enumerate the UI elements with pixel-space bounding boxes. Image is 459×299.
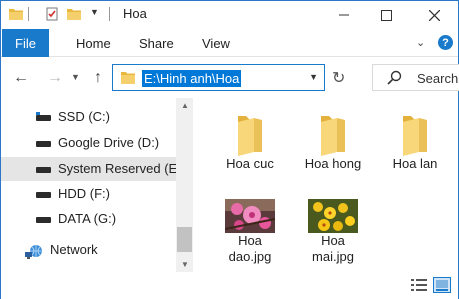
scrollbar-thumb[interactable] (177, 227, 192, 252)
file-name-line1: Hoa (321, 233, 345, 248)
image-file-item[interactable]: Hoa dao.jpg (215, 199, 285, 265)
folder-name: Hoa hong (304, 156, 362, 171)
sidebar-item-label: SSD (C:) (58, 109, 110, 124)
sidebar-item-label: Network (50, 242, 98, 257)
folder-item[interactable]: Hoa lan (380, 112, 450, 172)
folder-item[interactable]: Hoa hong (298, 112, 368, 172)
sidebar-item-label: HDD (F:) (58, 186, 110, 201)
sidebar-item-label: DATA (G:) (58, 211, 117, 226)
refresh-icon[interactable]: ↻ (332, 68, 345, 88)
new-folder-icon[interactable] (67, 7, 81, 20)
recent-locations-icon[interactable]: ▼ (71, 72, 80, 82)
close-icon (428, 9, 440, 21)
search-icon (387, 70, 402, 85)
folder-item[interactable]: Hoa cuc (215, 112, 285, 172)
help-icon[interactable]: ? (438, 35, 453, 50)
large-icons-view-icon[interactable] (433, 277, 451, 293)
drive-icon (36, 217, 51, 223)
drive-icon (36, 167, 51, 173)
folder-name: Hoa lan (392, 156, 438, 171)
navigation-pane: SSD (C:) Google Drive (D:) System Reserv… (1, 98, 195, 288)
ssd-drive-icon (36, 112, 51, 121)
sidebar-item-label: System Reserved (E:) (58, 161, 186, 176)
image-file-item[interactable]: Hoa mai.jpg (298, 199, 368, 265)
network-icon (25, 245, 42, 259)
address-path[interactable]: E:\Hinh anh\Hoa (142, 70, 242, 87)
maximize-icon (380, 9, 392, 21)
ribbon-tabs: File Home Share View ⌄ ? (1, 29, 458, 57)
sidebar-item-label: Google Drive (D:) (58, 135, 160, 150)
caret-down-icon[interactable]: ▼ (90, 7, 99, 17)
file-name-line1: Hoa (238, 233, 262, 248)
status-bar (1, 272, 458, 299)
details-view-icon[interactable] (411, 278, 427, 292)
sidebar-item-google-drive[interactable]: Google Drive (D:) (1, 131, 176, 155)
back-arrow-icon[interactable]: ← (13, 69, 29, 87)
address-bar[interactable]: E:\Hinh anh\Hoa ▼ (112, 64, 325, 91)
sidebar-item-data[interactable]: DATA (G:) (1, 207, 176, 231)
sidebar-item-system-reserved[interactable]: System Reserved (E:) (1, 157, 185, 181)
tab-file[interactable]: File (2, 29, 49, 57)
file-name-line2: dao.jpg (228, 249, 272, 264)
sidebar-item-network[interactable]: Network (1, 238, 176, 264)
address-dropdown-icon[interactable]: ▼ (309, 72, 318, 82)
peach-blossom-thumbnail (225, 199, 275, 233)
minimize-icon (339, 14, 349, 16)
folder-icon (321, 116, 345, 156)
search-box[interactable]: Search (372, 64, 459, 91)
file-explorer-window: ▼ Hoa File Home Share View ⌄ ? ← → ▼ ↑ E… (0, 0, 459, 299)
drive-icon (36, 192, 51, 198)
divider (28, 7, 29, 21)
maximize-button[interactable] (363, 1, 409, 29)
divider (109, 7, 110, 21)
file-name-line2: mai.jpg (312, 249, 354, 264)
close-button[interactable] (411, 1, 457, 29)
folder-icon (9, 9, 23, 20)
file-list: Hoa cuc Hoa hong Hoa lan Hoa dao.jpg Hoa… (195, 98, 458, 272)
scroll-up-arrow-icon[interactable]: ▲ (181, 101, 189, 110)
up-arrow-icon[interactable]: ↑ (94, 69, 102, 87)
window-title: Hoa (123, 6, 147, 21)
tab-home[interactable]: Home (76, 36, 111, 51)
folder-name: Hoa cuc (226, 156, 274, 171)
sidebar-item-ssd[interactable]: SSD (C:) (1, 105, 176, 129)
tab-share[interactable]: Share (139, 36, 174, 51)
scroll-down-arrow-icon[interactable]: ▼ (181, 260, 189, 269)
drive-icon (36, 141, 51, 147)
title-bar: ▼ Hoa (1, 1, 458, 29)
sidebar-item-hdd[interactable]: HDD (F:) (1, 182, 176, 206)
forward-arrow-icon[interactable]: → (47, 69, 63, 87)
expand-ribbon-chevron-icon[interactable]: ⌄ (416, 36, 425, 49)
folder-icon (238, 116, 262, 156)
tab-view[interactable]: View (202, 36, 230, 51)
apricot-blossom-thumbnail (308, 199, 358, 233)
folder-icon (121, 72, 135, 84)
search-placeholder: Search (417, 71, 459, 86)
minimize-button[interactable] (321, 1, 367, 29)
folder-icon (403, 116, 427, 156)
navigation-bar: ← → ▼ ↑ E:\Hinh anh\Hoa ▼ ↻ Search (1, 58, 459, 98)
properties-icon[interactable] (45, 7, 59, 21)
